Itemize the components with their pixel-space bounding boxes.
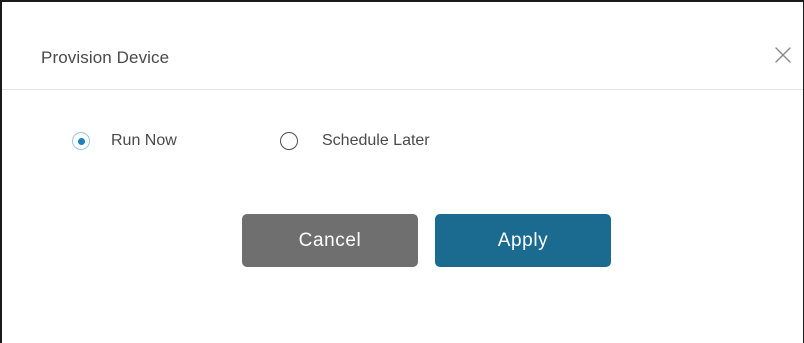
run-now-radio[interactable] [72,132,90,150]
close-icon[interactable] [772,44,794,66]
run-now-label: Run Now [111,132,177,149]
schedule-later-label: Schedule Later [322,132,430,149]
dialog-title: Provision Device [41,48,170,67]
schedule-later-option[interactable]: Schedule Later [280,126,430,156]
run-now-option[interactable]: Run Now [72,126,177,156]
provision-device-dialog: Provision Device Run Now Schedule Later … [0,0,804,343]
apply-button[interactable]: Apply [435,214,611,267]
dialog-header: Provision Device [2,2,803,90]
cancel-button[interactable]: Cancel [242,214,418,267]
schedule-later-radio[interactable] [280,132,298,150]
